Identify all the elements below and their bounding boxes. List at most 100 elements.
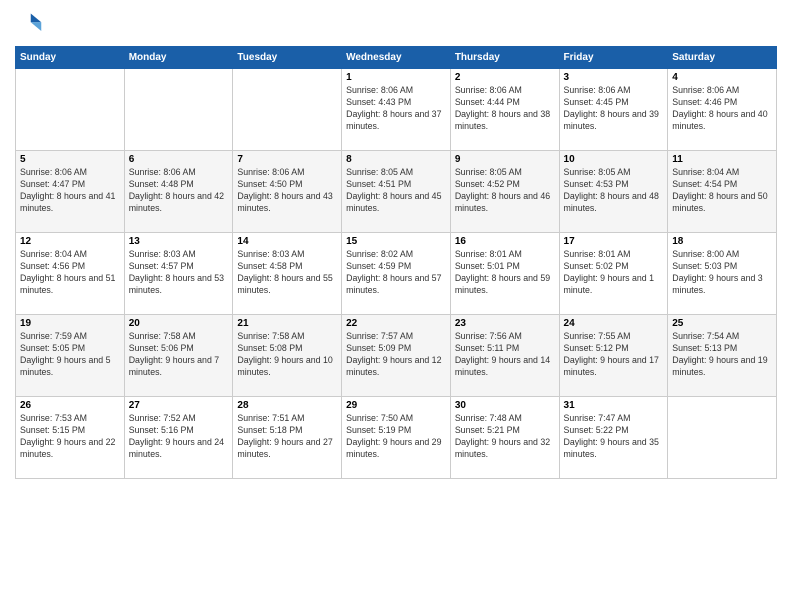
weekday-header: Thursday xyxy=(450,47,559,69)
day-info: Sunrise: 7:58 AM Sunset: 5:06 PM Dayligh… xyxy=(129,331,229,379)
day-info: Sunrise: 7:57 AM Sunset: 5:09 PM Dayligh… xyxy=(346,331,446,379)
day-info: Sunrise: 7:52 AM Sunset: 5:16 PM Dayligh… xyxy=(129,413,229,461)
day-info: Sunrise: 7:59 AM Sunset: 5:05 PM Dayligh… xyxy=(20,331,120,379)
day-number: 10 xyxy=(564,154,664,165)
day-info: Sunrise: 8:06 AM Sunset: 4:47 PM Dayligh… xyxy=(20,167,120,215)
day-number: 20 xyxy=(129,318,229,329)
day-info: Sunrise: 8:05 AM Sunset: 4:51 PM Dayligh… xyxy=(346,167,446,215)
day-info: Sunrise: 7:56 AM Sunset: 5:11 PM Dayligh… xyxy=(455,331,555,379)
calendar-cell: 20 Sunrise: 7:58 AM Sunset: 5:06 PM Dayli… xyxy=(124,315,233,397)
day-number: 11 xyxy=(672,154,772,165)
header xyxy=(15,10,777,38)
calendar-cell: 9 Sunrise: 8:05 AM Sunset: 4:52 PM Daylig… xyxy=(450,151,559,233)
calendar-cell: 30 Sunrise: 7:48 AM Sunset: 5:21 PM Dayli… xyxy=(450,397,559,479)
day-number: 25 xyxy=(672,318,772,329)
day-info: Sunrise: 7:54 AM Sunset: 5:13 PM Dayligh… xyxy=(672,331,772,379)
calendar-header-row: SundayMondayTuesdayWednesdayThursdayFrid… xyxy=(16,47,777,69)
day-number: 1 xyxy=(346,72,446,83)
calendar-cell: 26Sunrise: 7:53 AM Sunset: 5:15 PM Dayli… xyxy=(16,397,125,479)
day-info: Sunrise: 8:00 AM Sunset: 5:03 PM Dayligh… xyxy=(672,249,772,297)
day-number: 30 xyxy=(455,400,555,411)
page: SundayMondayTuesdayWednesdayThursdayFrid… xyxy=(0,0,792,612)
day-number: 5 xyxy=(20,154,120,165)
day-number: 24 xyxy=(564,318,664,329)
day-info: Sunrise: 7:50 AM Sunset: 5:19 PM Dayligh… xyxy=(346,413,446,461)
day-number: 22 xyxy=(346,318,446,329)
calendar-cell: 28Sunrise: 7:51 AM Sunset: 5:18 PM Dayli… xyxy=(233,397,342,479)
day-number: 4 xyxy=(672,72,772,83)
day-info: Sunrise: 8:05 AM Sunset: 4:53 PM Dayligh… xyxy=(564,167,664,215)
day-info: Sunrise: 7:47 AM Sunset: 5:22 PM Dayligh… xyxy=(564,413,664,461)
day-number: 6 xyxy=(129,154,229,165)
day-number: 28 xyxy=(237,400,337,411)
calendar-cell: 11 Sunrise: 8:04 AM Sunset: 4:54 PM Dayli… xyxy=(668,151,777,233)
calendar-week-row: 19 Sunrise: 7:59 AM Sunset: 5:05 PM Dayli… xyxy=(16,315,777,397)
day-info: Sunrise: 8:04 AM Sunset: 4:54 PM Dayligh… xyxy=(672,167,772,215)
day-number: 15 xyxy=(346,236,446,247)
day-info: Sunrise: 8:01 AM Sunset: 5:01 PM Dayligh… xyxy=(455,249,555,297)
calendar-cell: 14 Sunrise: 8:03 AM Sunset: 4:58 PM Dayli… xyxy=(233,233,342,315)
calendar-cell xyxy=(233,69,342,151)
day-info: Sunrise: 8:05 AM Sunset: 4:52 PM Dayligh… xyxy=(455,167,555,215)
day-number: 12 xyxy=(20,236,120,247)
day-number: 23 xyxy=(455,318,555,329)
logo-icon xyxy=(15,10,43,38)
calendar-cell: 17Sunrise: 8:01 AM Sunset: 5:02 PM Dayli… xyxy=(559,233,668,315)
day-number: 9 xyxy=(455,154,555,165)
calendar-cell: 21 Sunrise: 7:58 AM Sunset: 5:08 PM Dayli… xyxy=(233,315,342,397)
day-number: 18 xyxy=(672,236,772,247)
day-info: Sunrise: 8:06 AM Sunset: 4:43 PM Dayligh… xyxy=(346,85,446,133)
day-number: 16 xyxy=(455,236,555,247)
calendar-cell: 23 Sunrise: 7:56 AM Sunset: 5:11 PM Dayli… xyxy=(450,315,559,397)
day-info: Sunrise: 8:06 AM Sunset: 4:50 PM Dayligh… xyxy=(237,167,337,215)
day-number: 8 xyxy=(346,154,446,165)
day-number: 2 xyxy=(455,72,555,83)
calendar-cell: 10 Sunrise: 8:05 AM Sunset: 4:53 PM Dayli… xyxy=(559,151,668,233)
calendar-cell: 2 Sunrise: 8:06 AM Sunset: 4:44 PM Daylig… xyxy=(450,69,559,151)
day-number: 17 xyxy=(564,236,664,247)
calendar-cell: 8 Sunrise: 8:05 AM Sunset: 4:51 PM Daylig… xyxy=(342,151,451,233)
day-number: 13 xyxy=(129,236,229,247)
day-number: 19 xyxy=(20,318,120,329)
calendar-week-row: 26Sunrise: 7:53 AM Sunset: 5:15 PM Dayli… xyxy=(16,397,777,479)
day-info: Sunrise: 8:02 AM Sunset: 4:59 PM Dayligh… xyxy=(346,249,446,297)
weekday-header: Tuesday xyxy=(233,47,342,69)
day-info: Sunrise: 7:55 AM Sunset: 5:12 PM Dayligh… xyxy=(564,331,664,379)
day-info: Sunrise: 8:03 AM Sunset: 4:57 PM Dayligh… xyxy=(129,249,229,297)
calendar-cell: 6 Sunrise: 8:06 AM Sunset: 4:48 PM Daylig… xyxy=(124,151,233,233)
calendar-cell: 3Sunrise: 8:06 AM Sunset: 4:45 PM Daylig… xyxy=(559,69,668,151)
weekday-header: Wednesday xyxy=(342,47,451,69)
calendar-cell: 19 Sunrise: 7:59 AM Sunset: 5:05 PM Dayli… xyxy=(16,315,125,397)
calendar-cell: 5 Sunrise: 8:06 AM Sunset: 4:47 PM Daylig… xyxy=(16,151,125,233)
day-info: Sunrise: 8:06 AM Sunset: 4:46 PM Dayligh… xyxy=(672,85,772,133)
day-info: Sunrise: 8:06 AM Sunset: 4:48 PM Dayligh… xyxy=(129,167,229,215)
calendar-cell: 29 Sunrise: 7:50 AM Sunset: 5:19 PM Dayli… xyxy=(342,397,451,479)
calendar-cell xyxy=(16,69,125,151)
day-info: Sunrise: 8:03 AM Sunset: 4:58 PM Dayligh… xyxy=(237,249,337,297)
day-info: Sunrise: 8:06 AM Sunset: 4:45 PM Dayligh… xyxy=(564,85,664,133)
calendar-cell: 15 Sunrise: 8:02 AM Sunset: 4:59 PM Dayli… xyxy=(342,233,451,315)
day-number: 27 xyxy=(129,400,229,411)
logo xyxy=(15,10,47,38)
weekday-header: Sunday xyxy=(16,47,125,69)
day-info: Sunrise: 7:53 AM Sunset: 5:15 PM Dayligh… xyxy=(20,413,120,461)
calendar-cell: 18 Sunrise: 8:00 AM Sunset: 5:03 PM Dayli… xyxy=(668,233,777,315)
weekday-header: Monday xyxy=(124,47,233,69)
day-info: Sunrise: 7:48 AM Sunset: 5:21 PM Dayligh… xyxy=(455,413,555,461)
day-number: 31 xyxy=(564,400,664,411)
calendar-cell: 13 Sunrise: 8:03 AM Sunset: 4:57 PM Dayli… xyxy=(124,233,233,315)
calendar-week-row: 12 Sunrise: 8:04 AM Sunset: 4:56 PM Dayli… xyxy=(16,233,777,315)
calendar-cell xyxy=(124,69,233,151)
day-number: 14 xyxy=(237,236,337,247)
day-info: Sunrise: 7:58 AM Sunset: 5:08 PM Dayligh… xyxy=(237,331,337,379)
calendar-cell: 24 Sunrise: 7:55 AM Sunset: 5:12 PM Dayli… xyxy=(559,315,668,397)
day-info: Sunrise: 8:04 AM Sunset: 4:56 PM Dayligh… xyxy=(20,249,120,297)
day-info: Sunrise: 8:06 AM Sunset: 4:44 PM Dayligh… xyxy=(455,85,555,133)
day-number: 29 xyxy=(346,400,446,411)
calendar-cell xyxy=(668,397,777,479)
calendar-cell: 7Sunrise: 8:06 AM Sunset: 4:50 PM Daylig… xyxy=(233,151,342,233)
calendar-cell: 12 Sunrise: 8:04 AM Sunset: 4:56 PM Dayli… xyxy=(16,233,125,315)
calendar-week-row: 5 Sunrise: 8:06 AM Sunset: 4:47 PM Daylig… xyxy=(16,151,777,233)
calendar-cell: 27 Sunrise: 7:52 AM Sunset: 5:16 PM Dayli… xyxy=(124,397,233,479)
day-number: 21 xyxy=(237,318,337,329)
